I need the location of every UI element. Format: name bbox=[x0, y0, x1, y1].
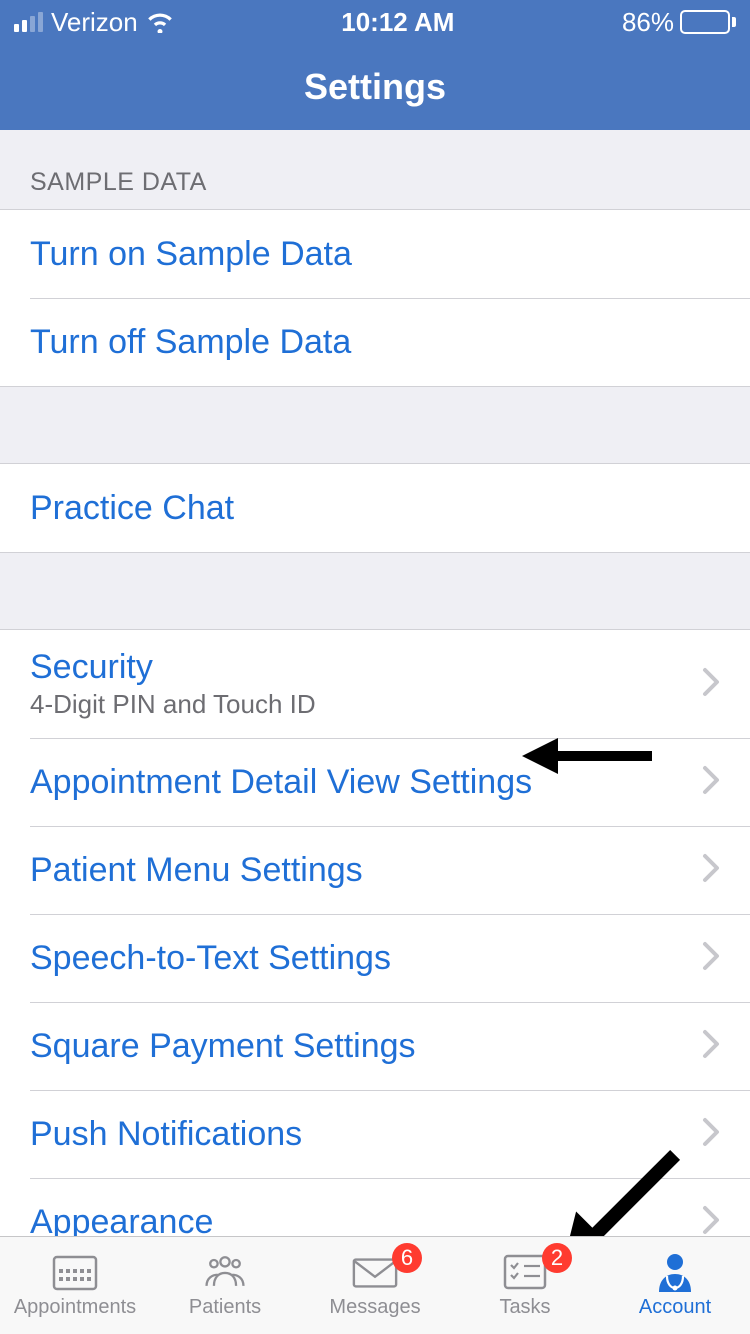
row-square-payment-settings[interactable]: Square Payment Settings bbox=[0, 1002, 750, 1090]
nav-bar: Settings bbox=[0, 44, 750, 130]
row-label: Security bbox=[30, 648, 702, 687]
chevron-right-icon bbox=[702, 1117, 720, 1152]
status-right: 86% bbox=[622, 7, 736, 38]
chevron-right-icon bbox=[702, 1029, 720, 1064]
row-speech-to-text-settings[interactable]: Speech-to-Text Settings bbox=[0, 914, 750, 1002]
row-sublabel: 4-Digit PIN and Touch ID bbox=[30, 689, 702, 720]
battery-icon bbox=[680, 10, 736, 34]
list-chat: Practice Chat bbox=[0, 463, 750, 553]
tab-account[interactable]: Account bbox=[600, 1237, 750, 1334]
tab-label: Messages bbox=[329, 1296, 420, 1319]
row-turn-off-sample[interactable]: Turn off Sample Data bbox=[0, 298, 750, 386]
tab-appointments[interactable]: Appointments bbox=[0, 1237, 150, 1334]
chevron-right-icon bbox=[702, 941, 720, 976]
badge: 6 bbox=[392, 1243, 422, 1273]
row-label: Turn off Sample Data bbox=[30, 323, 720, 362]
tab-tasks[interactable]: 2 Tasks bbox=[450, 1237, 600, 1334]
row-label: Push Notifications bbox=[30, 1115, 702, 1154]
row-label: Appearance bbox=[30, 1203, 702, 1237]
status-time: 10:12 AM bbox=[341, 7, 454, 38]
status-bar: Verizon 10:12 AM 86% bbox=[0, 0, 750, 44]
tab-bar: Appointments Patients 6 Messages 2 Tasks… bbox=[0, 1236, 750, 1334]
row-security[interactable]: Security 4-Digit PIN and Touch ID bbox=[0, 630, 750, 738]
chevron-right-icon bbox=[702, 667, 720, 702]
page-title: Settings bbox=[304, 66, 446, 108]
doctor-icon bbox=[651, 1252, 699, 1292]
calendar-icon bbox=[51, 1252, 99, 1292]
carrier-label: Verizon bbox=[51, 7, 138, 38]
row-label: Practice Chat bbox=[30, 489, 720, 528]
spacer bbox=[0, 553, 750, 629]
row-label: Appointment Detail View Settings bbox=[30, 763, 702, 802]
tab-messages[interactable]: 6 Messages bbox=[300, 1237, 450, 1334]
chevron-right-icon bbox=[702, 1205, 720, 1237]
row-label: Turn on Sample Data bbox=[30, 235, 720, 274]
wifi-icon bbox=[146, 11, 174, 33]
row-practice-chat[interactable]: Practice Chat bbox=[0, 464, 750, 552]
row-label: Patient Menu Settings bbox=[30, 851, 702, 890]
row-push-notifications[interactable]: Push Notifications bbox=[0, 1090, 750, 1178]
row-label: Speech-to-Text Settings bbox=[30, 939, 702, 978]
tab-label: Patients bbox=[189, 1296, 261, 1319]
signal-icon bbox=[14, 12, 43, 32]
row-label: Square Payment Settings bbox=[30, 1027, 702, 1066]
row-patient-menu-settings[interactable]: Patient Menu Settings bbox=[0, 826, 750, 914]
battery-percent: 86% bbox=[622, 7, 674, 38]
tab-label: Account bbox=[639, 1296, 711, 1319]
section-header-sample: SAMPLE DATA bbox=[0, 130, 750, 209]
chevron-right-icon bbox=[702, 853, 720, 888]
tab-label: Tasks bbox=[499, 1296, 550, 1319]
row-turn-on-sample[interactable]: Turn on Sample Data bbox=[0, 210, 750, 298]
spacer bbox=[0, 387, 750, 463]
chevron-right-icon bbox=[702, 765, 720, 800]
row-appearance[interactable]: Appearance bbox=[0, 1178, 750, 1236]
list-sample: Turn on Sample Data Turn off Sample Data bbox=[0, 209, 750, 387]
row-appointment-detail-view-settings[interactable]: Appointment Detail View Settings bbox=[0, 738, 750, 826]
badge: 2 bbox=[542, 1243, 572, 1273]
status-left: Verizon bbox=[14, 7, 174, 38]
settings-content: SAMPLE DATA Turn on Sample Data Turn off… bbox=[0, 130, 750, 1236]
people-icon bbox=[201, 1252, 249, 1292]
list-main: Security 4-Digit PIN and Touch ID Appoin… bbox=[0, 629, 750, 1236]
tab-patients[interactable]: Patients bbox=[150, 1237, 300, 1334]
tab-label: Appointments bbox=[14, 1296, 136, 1319]
